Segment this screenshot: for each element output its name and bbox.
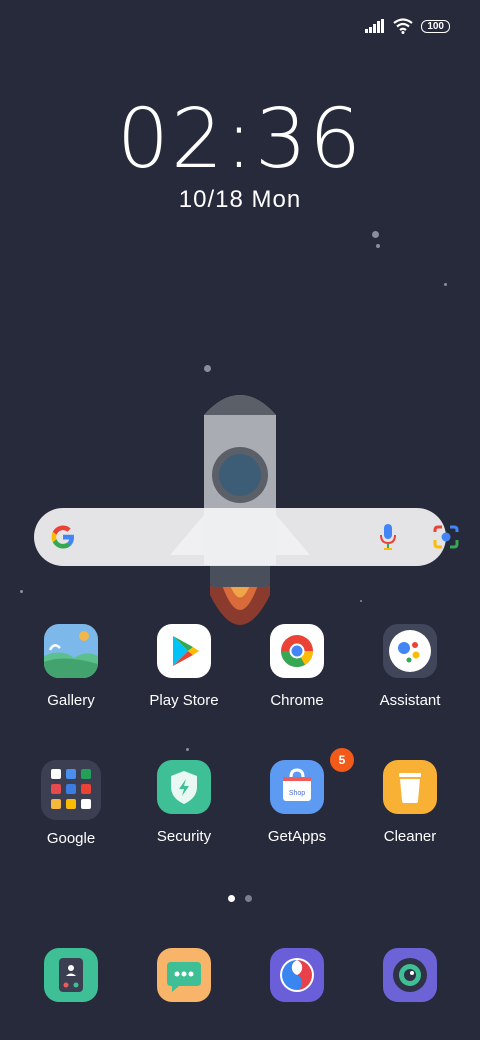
messaging-icon — [167, 962, 201, 992]
app-label: Gallery — [47, 692, 95, 709]
play-store-icon — [157, 624, 211, 678]
chrome-icon — [270, 624, 324, 678]
app-assistant[interactable]: Assistant — [355, 624, 465, 709]
app-folder-google[interactable]: Google — [16, 760, 126, 847]
security-icon — [157, 760, 211, 814]
cleaner-icon — [383, 760, 437, 814]
getapps-icon: Shop — [270, 760, 324, 814]
dock-browser[interactable] — [270, 948, 324, 1002]
gallery-icon — [44, 624, 98, 678]
google-logo-icon — [51, 525, 74, 549]
app-cleaner[interactable]: Cleaner — [355, 760, 465, 845]
app-gallery[interactable]: Gallery — [16, 624, 126, 709]
google-folder-icon — [41, 760, 101, 820]
assistant-icon — [383, 624, 437, 678]
app-chrome[interactable]: Chrome — [242, 624, 352, 709]
app-label: Chrome — [270, 692, 324, 709]
dock-messaging[interactable] — [157, 948, 211, 1002]
app-play-store[interactable]: Play Store — [129, 624, 239, 709]
page-dot-active — [228, 895, 235, 902]
google-search-bar[interactable] — [34, 508, 459, 566]
camera-icon — [393, 958, 427, 992]
app-label: Security — [156, 828, 212, 845]
clock-date[interactable]: 10/18 Mon — [0, 186, 480, 214]
mic-icon[interactable] — [378, 522, 398, 552]
lens-icon[interactable] — [432, 522, 460, 552]
app-label: GetApps — [267, 828, 327, 845]
contacts-icon — [59, 958, 83, 992]
wifi-icon — [393, 18, 413, 34]
app-security[interactable]: Security — [129, 760, 239, 845]
page-indicator[interactable] — [228, 895, 252, 902]
battery-icon: 100 — [421, 19, 450, 33]
app-label: Assistant — [379, 692, 441, 709]
signal-icon — [365, 19, 385, 33]
dock-contacts[interactable] — [44, 948, 98, 1002]
status-bar: 100 — [365, 18, 450, 34]
date-number: 10/18 — [178, 186, 244, 213]
app-getapps[interactable]: Shop 5 GetApps — [242, 748, 354, 845]
app-label: Cleaner — [383, 828, 437, 845]
dock-camera[interactable] — [383, 948, 437, 1002]
page-dot — [245, 895, 252, 902]
app-label: Play Store — [149, 692, 219, 709]
browser-icon — [280, 958, 314, 992]
app-label: Google — [46, 830, 96, 847]
clock-time[interactable]: 02:36 — [0, 92, 480, 187]
notification-badge: 5 — [330, 748, 354, 772]
shop-text: Shop — [288, 790, 306, 797]
date-weekday: Mon — [251, 186, 302, 213]
